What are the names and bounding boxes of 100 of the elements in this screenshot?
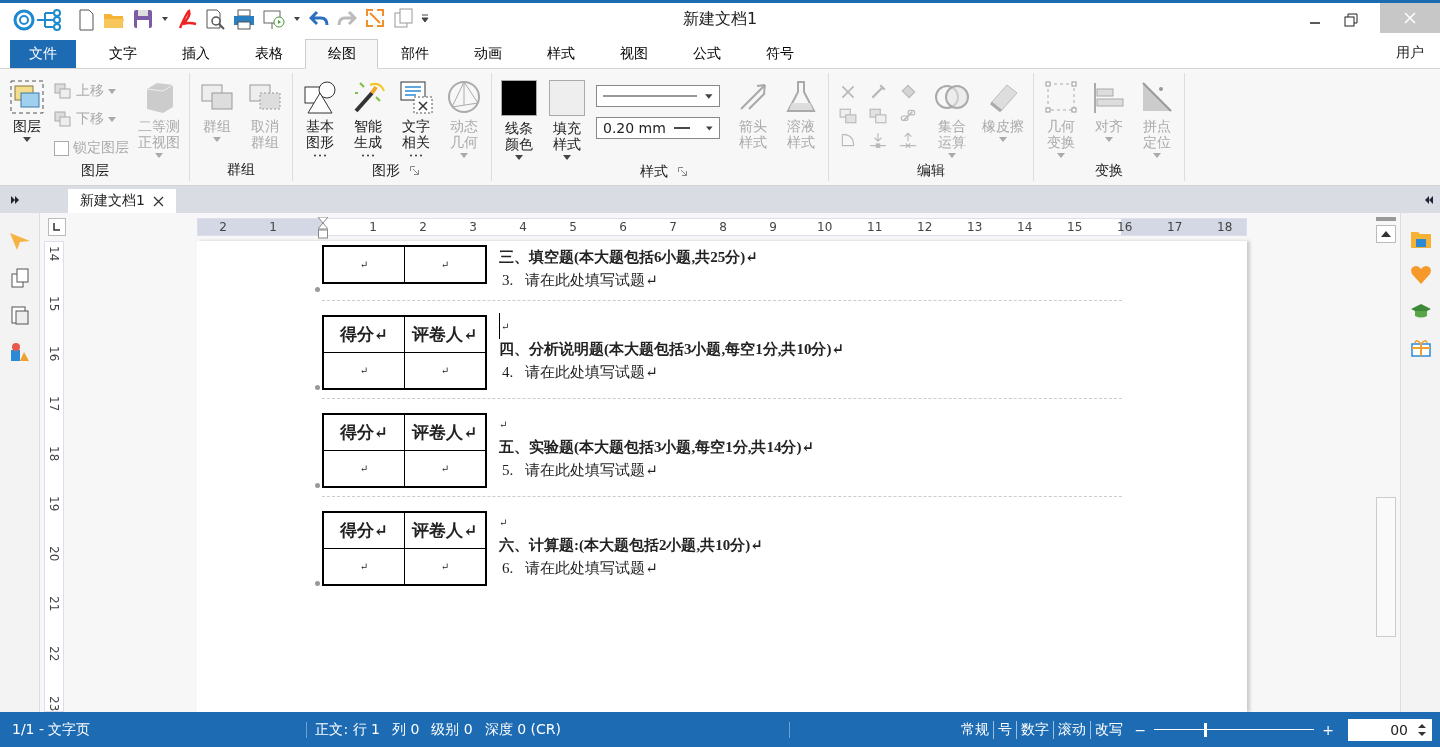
more-dots-icon xyxy=(409,153,423,158)
user-link[interactable]: 用户 xyxy=(1396,44,1440,68)
tab-stop-icon[interactable] xyxy=(48,218,66,236)
ribbon-button[interactable]: 图层 xyxy=(4,77,50,144)
status-mode[interactable]: 常规 xyxy=(956,720,993,739)
ribbon-button[interactable]: 填充 样式 xyxy=(544,77,590,162)
page-indicator: 1/1 - 文字页 xyxy=(12,720,91,739)
ribbon-tab[interactable]: 部件 xyxy=(378,39,451,69)
caret-icon xyxy=(108,88,116,94)
ribbon-tab[interactable]: 插入 xyxy=(159,39,232,69)
ruler-number: 16 xyxy=(46,346,62,364)
table-header-cell: 得分↵ xyxy=(323,414,405,451)
printer-icon[interactable] xyxy=(233,7,255,32)
pages-icon[interactable] xyxy=(9,305,30,325)
status-mode[interactable]: 改写 xyxy=(1089,720,1127,739)
layers-icon xyxy=(9,79,45,115)
line-style-dropdown[interactable] xyxy=(596,85,720,107)
caret-icon xyxy=(999,137,1007,142)
ribbon-tab[interactable]: 符号 xyxy=(743,39,816,69)
collapse-icon[interactable] xyxy=(1424,195,1434,205)
ribbon-tab[interactable]: 动画 xyxy=(451,39,524,69)
ribbon-tab[interactable]: 表格 xyxy=(232,39,305,69)
ruler-number: 8 xyxy=(718,220,728,234)
close-icon[interactable] xyxy=(152,195,164,207)
ruler-number: 5 xyxy=(568,220,578,234)
caret-icon xyxy=(23,137,31,142)
cursor-position: 正文: 行 1 xyxy=(315,720,380,739)
item-number: 6. xyxy=(502,559,514,578)
geometry-icon xyxy=(446,79,482,115)
status-mode[interactable]: 号 xyxy=(992,720,1016,739)
line-sample-icon xyxy=(673,126,691,130)
ruler-number: 4 xyxy=(518,220,528,234)
shapes-icon[interactable] xyxy=(9,342,30,362)
table-anchor-dot xyxy=(315,385,320,390)
folder-icon[interactable] xyxy=(1409,229,1432,249)
item-text: 请在此处填写试题↵ xyxy=(525,363,658,382)
file-menu-button[interactable]: 文件 xyxy=(10,40,76,68)
question-heading: 三、填空题(本大题包括6小题,共25分)↵ xyxy=(499,248,758,267)
question-heading: 六、计算题:(本大题包括2小题,共10分)↵ xyxy=(499,536,763,555)
new-document-icon[interactable] xyxy=(77,7,95,32)
presentation-icon[interactable] xyxy=(263,7,285,32)
dialog-launcher-icon[interactable] xyxy=(409,166,419,175)
ribbon-button[interactable]: 智能 生成 xyxy=(345,77,391,160)
caret-icon xyxy=(706,125,713,131)
ribbon-button[interactable]: 文字 相关 xyxy=(393,77,439,160)
copy-icon[interactable] xyxy=(9,268,30,288)
ribbon-tab[interactable]: 绘图 xyxy=(305,39,378,69)
zoom-field[interactable]: 00 xyxy=(1348,718,1432,741)
ruler-number: 17 xyxy=(46,396,62,414)
dashed-square-icon xyxy=(1043,79,1079,115)
caret-icon xyxy=(108,116,116,122)
dialog-launcher-icon[interactable] xyxy=(677,167,687,176)
indent-marker-icon[interactable] xyxy=(318,217,328,239)
table-anchor-dot xyxy=(315,581,320,586)
ribbon-button[interactable]: 基本 图形 xyxy=(297,77,343,160)
table-anchor-dot xyxy=(315,287,320,292)
question-heading: 四、分析说明题(本大题包括3小题,每空1分,共10分)↵ xyxy=(499,340,845,359)
status-mode[interactable]: 数字 xyxy=(1015,720,1053,739)
document-tab[interactable]: 新建文档1 xyxy=(68,189,176,213)
scrollbar-thumb[interactable] xyxy=(1376,497,1396,637)
ribbon-button[interactable]: 线条 颜色 xyxy=(496,77,542,162)
ribbon-tab[interactable]: 公式 xyxy=(670,39,743,69)
vertical-scrollbar[interactable] xyxy=(1372,213,1400,712)
ruler-number: 21 xyxy=(46,596,62,614)
zoom-slider[interactable] xyxy=(1154,722,1315,737)
zoom-out-button[interactable]: − xyxy=(1126,721,1155,738)
heart-icon[interactable] xyxy=(1409,265,1432,285)
spinner-icon[interactable] xyxy=(1416,721,1428,738)
slider-thumb[interactable] xyxy=(1204,722,1208,737)
gift-icon[interactable] xyxy=(1409,337,1432,357)
cursor-position: 级别 0 xyxy=(431,720,473,739)
ruler-number: 15 xyxy=(46,296,62,314)
caret-icon xyxy=(155,153,163,158)
print-preview-icon[interactable] xyxy=(205,7,225,32)
item-text: 请在此处填写试题↵ xyxy=(525,461,658,480)
group-label: 变换 xyxy=(1095,161,1123,180)
expand-icon[interactable] xyxy=(10,195,20,205)
zoom-in-button[interactable]: + xyxy=(1314,721,1342,738)
ribbon-tab[interactable]: 视图 xyxy=(597,39,670,69)
move-down-icon xyxy=(54,111,72,127)
cursor-arrow-icon[interactable] xyxy=(8,231,31,251)
item-number: 4. xyxy=(502,363,514,382)
restore-icon[interactable] xyxy=(1344,12,1358,27)
group-label: 图层 xyxy=(80,162,109,180)
ruler-number: 18 xyxy=(46,446,62,464)
table-anchor-dot xyxy=(315,483,320,488)
paragraph-mark: ↵ xyxy=(499,418,508,430)
table-header-cell: 得分↵ xyxy=(323,316,405,353)
caret-icon xyxy=(705,93,713,99)
more-dots-icon xyxy=(313,153,327,158)
ruler-number: 1 xyxy=(268,220,278,234)
status-mode[interactable]: 滚动 xyxy=(1052,720,1090,739)
ruler-number: 23 xyxy=(46,696,62,711)
line-width-dropdown[interactable]: 0.20 mm xyxy=(596,117,720,139)
ribbon-tab[interactable]: 样式 xyxy=(524,39,597,69)
scroll-up-icon[interactable] xyxy=(1376,225,1396,243)
caret-icon xyxy=(213,137,221,142)
ruler-number: 14 xyxy=(46,246,62,264)
group-label: 样式 xyxy=(639,162,668,181)
ribbon-tab[interactable]: 文字 xyxy=(86,39,159,69)
